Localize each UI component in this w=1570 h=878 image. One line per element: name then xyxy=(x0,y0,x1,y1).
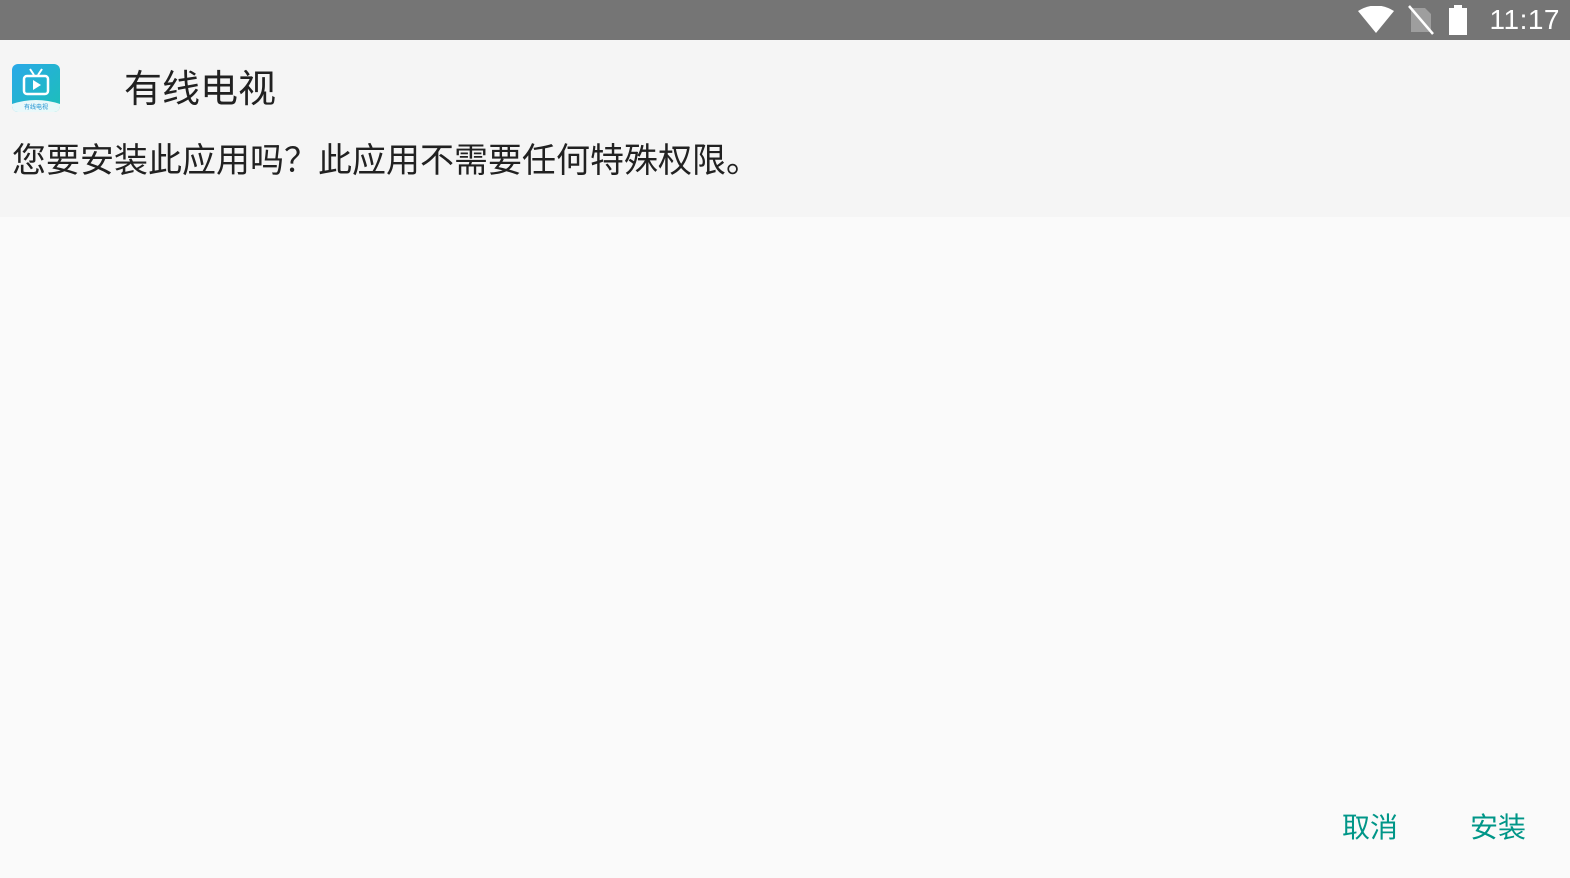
wifi-icon xyxy=(1357,6,1394,34)
cancel-button[interactable]: 取消 xyxy=(1338,806,1402,850)
status-bar: 11:17 xyxy=(0,0,1570,40)
battery-icon xyxy=(1448,5,1468,35)
content-area xyxy=(0,217,1570,878)
svg-text:有线电视: 有线电视 xyxy=(24,103,48,111)
install-prompt: 您要安装此应用吗？此应用不需要任何特殊权限。 xyxy=(12,141,760,181)
app-title: 有线电视 xyxy=(124,67,277,111)
install-button[interactable]: 安装 xyxy=(1466,806,1530,850)
no-sim-icon xyxy=(1407,5,1434,35)
status-time: 11:17 xyxy=(1489,4,1560,35)
install-header: 有线电视 有线电视 您要安装此应用吗？此应用不需要任何特殊权限。 xyxy=(0,40,1570,217)
tv-app-icon: 有线电视 xyxy=(12,64,60,112)
